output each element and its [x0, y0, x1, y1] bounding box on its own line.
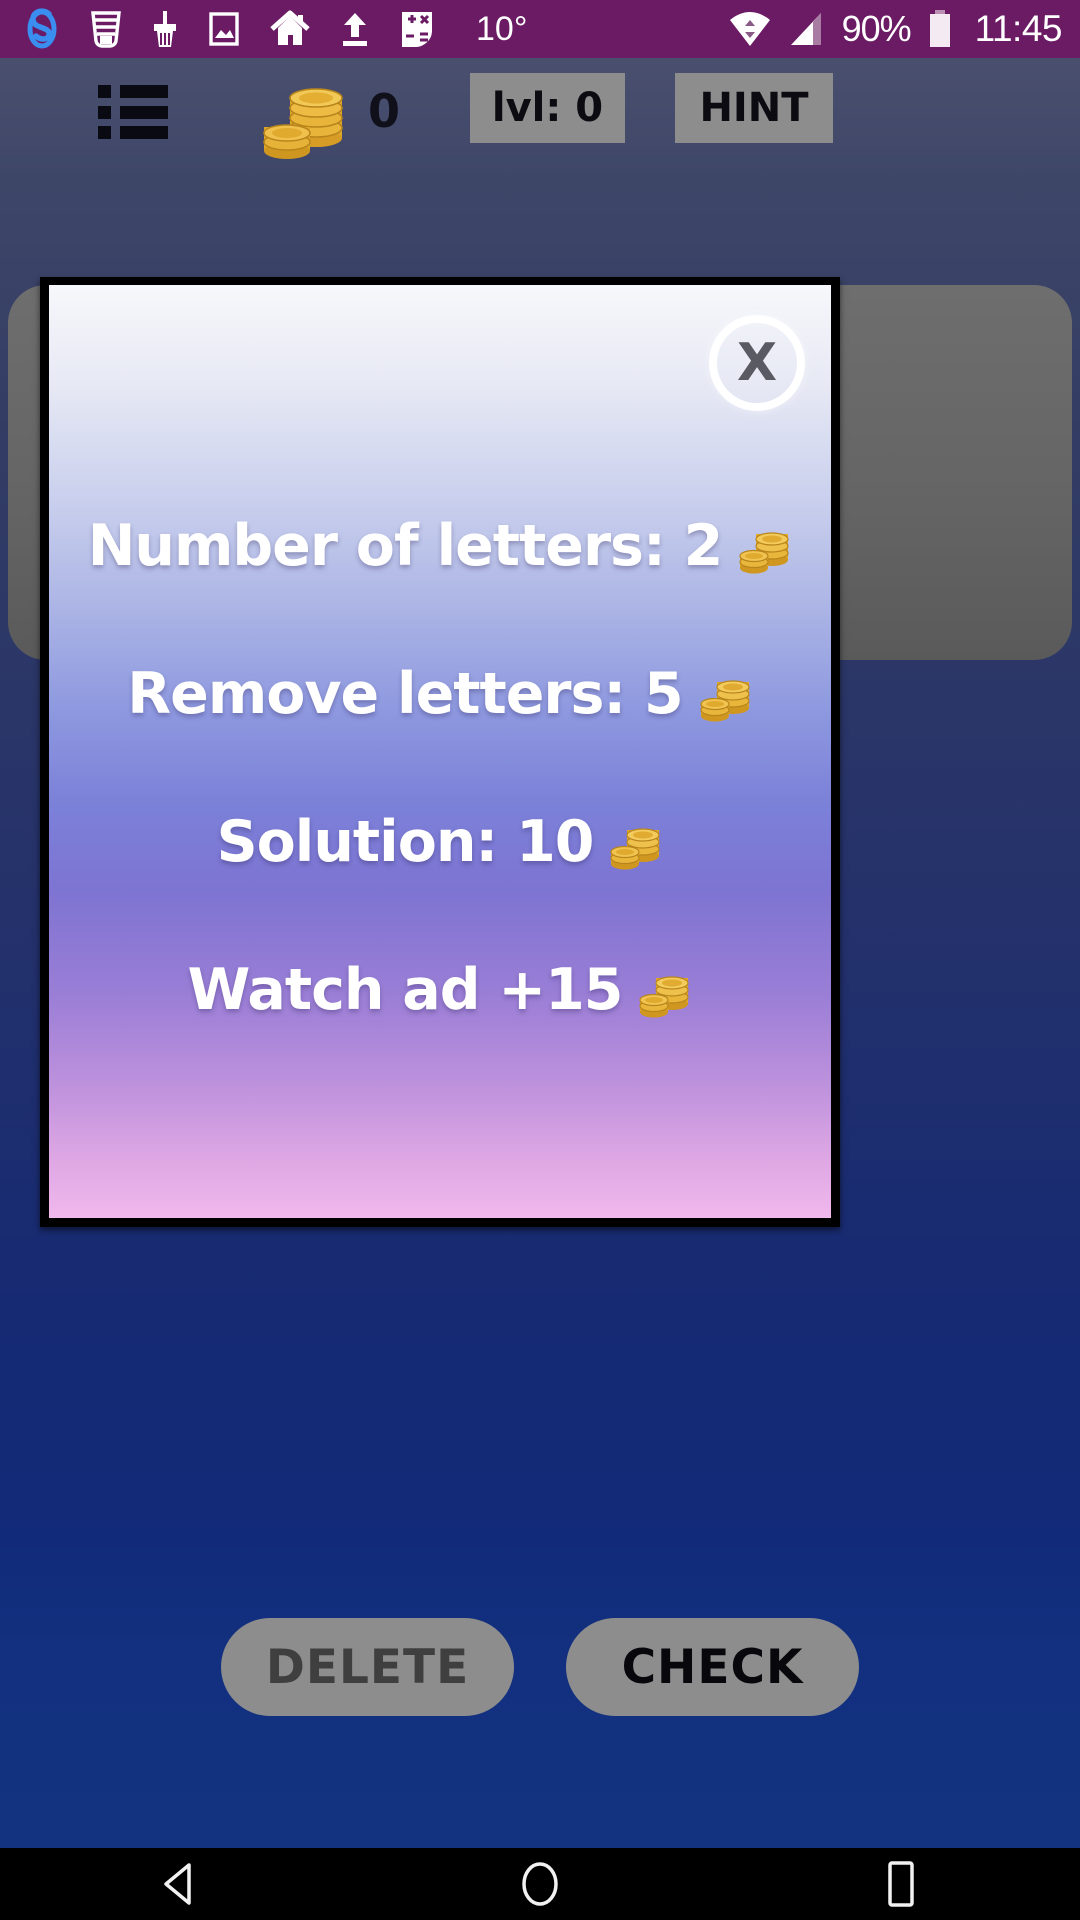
hint-button[interactable]: HINT — [675, 73, 833, 143]
level-button[interactable]: lvl: 0 — [470, 73, 625, 143]
menu-line — [120, 105, 168, 119]
option-number-of-letters[interactable]: Number of letters: 2 — [49, 513, 831, 579]
recents-square-icon[interactable] — [830, 1848, 970, 1920]
option-label: Watch ad +15 — [187, 957, 624, 1023]
coin-stack-icon — [697, 670, 753, 726]
hint-options-list: Number of letters: 2 Remove letters: 5 S… — [49, 513, 831, 1023]
list-menu-icon[interactable] — [98, 85, 168, 139]
option-solution[interactable]: Solution: 10 — [49, 809, 831, 875]
battery-percent-label: 90% — [841, 8, 912, 49]
coin-stack-icon — [607, 818, 663, 874]
coin-stack-icon — [636, 966, 692, 1022]
wifi-icon — [729, 12, 770, 46]
option-watch-ad[interactable]: Watch ad +15 — [49, 957, 831, 1023]
check-button[interactable]: CHECK — [566, 1618, 859, 1716]
option-remove-letters[interactable]: Remove letters: 5 — [49, 661, 831, 727]
option-label: Remove letters: 5 — [127, 661, 683, 727]
coin-stack-icon — [736, 522, 792, 578]
upload-icon — [343, 13, 367, 46]
menu-row — [98, 126, 168, 139]
dialog-body: X Number of letters: 2 Remove letters: 5… — [49, 285, 831, 1218]
clock-label: 11:45 — [974, 8, 1063, 49]
android-nav-bar — [0, 1848, 1080, 1920]
status-bar-left-icons: 10° — [22, 7, 527, 51]
s-logo-icon — [27, 8, 57, 49]
menu-line — [120, 126, 168, 139]
inbox-icon — [91, 11, 121, 48]
calculator-icon — [402, 12, 432, 47]
menu-row — [98, 85, 168, 98]
menu-line — [120, 85, 168, 98]
menu-row — [98, 105, 168, 119]
close-icon[interactable]: X — [709, 315, 805, 411]
menu-bullet — [98, 126, 111, 139]
action-button-row: DELETE CHECK — [0, 1618, 1080, 1716]
status-bar-right-icons: 90% 11:45 — [728, 8, 1063, 50]
home-circle-icon[interactable] — [470, 1848, 610, 1920]
delete-button[interactable]: DELETE — [221, 1618, 514, 1716]
battery-icon — [929, 10, 950, 47]
coin-count-label: 0 — [368, 84, 401, 138]
app-screen: 10° 90% 11:45 0 lvl: 0 HINT X Number of … — [0, 0, 1080, 1920]
photo-icon — [209, 12, 239, 46]
hint-shop-dialog: X Number of letters: 2 Remove letters: 5… — [40, 277, 840, 1227]
back-triangle-icon[interactable] — [110, 1848, 250, 1920]
signal-icon — [790, 13, 821, 45]
status-bar: 10° 90% 11:45 — [0, 0, 1080, 58]
brush-icon — [154, 11, 176, 47]
coin-stack-icon — [258, 72, 350, 160]
menu-bullet — [98, 105, 111, 119]
option-label: Solution: 10 — [216, 809, 595, 875]
option-label: Number of letters: 2 — [87, 513, 724, 579]
temperature-indicator: 10° — [476, 9, 528, 48]
home-icon — [270, 10, 310, 45]
menu-bullet — [98, 85, 111, 98]
